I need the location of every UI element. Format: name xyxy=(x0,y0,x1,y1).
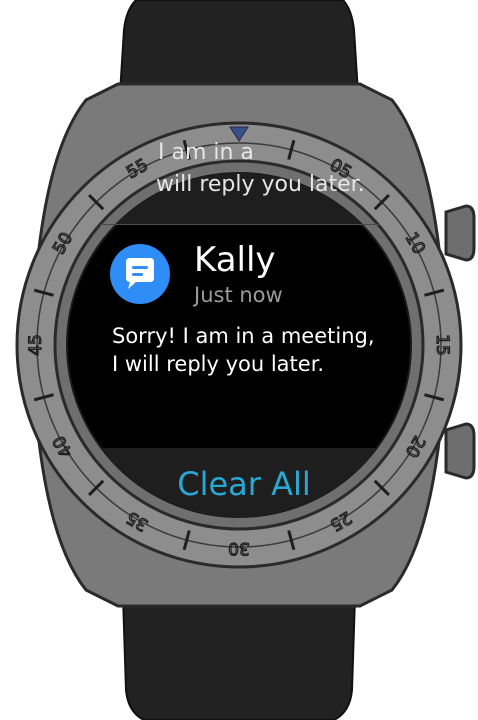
notification-divider xyxy=(100,224,380,225)
previous-notification-line1: I am in a xyxy=(158,140,254,165)
notification-message: Sorry! I am in a meeting, I will reply y… xyxy=(112,322,402,378)
message-line-2: I will reply you later. xyxy=(112,352,325,376)
chat-bubble-icon xyxy=(110,244,170,304)
bottom-side-button[interactable] xyxy=(444,422,476,480)
clear-all-button[interactable]: Clear All xyxy=(120,462,368,506)
notification-time: Just now xyxy=(194,283,283,307)
top-side-button[interactable] xyxy=(444,204,476,262)
previous-notification-line2: will reply you later. xyxy=(156,172,365,197)
bezel-number: 30 xyxy=(228,538,250,558)
bezel-number: 15 xyxy=(432,334,452,356)
previous-notification-card[interactable]: I am in a will reply you later. xyxy=(86,136,392,224)
notification-sender: Kally xyxy=(194,240,276,280)
bezel-number: 45 xyxy=(26,334,46,356)
message-line-1: Sorry! I am in a meeting, xyxy=(112,324,375,348)
